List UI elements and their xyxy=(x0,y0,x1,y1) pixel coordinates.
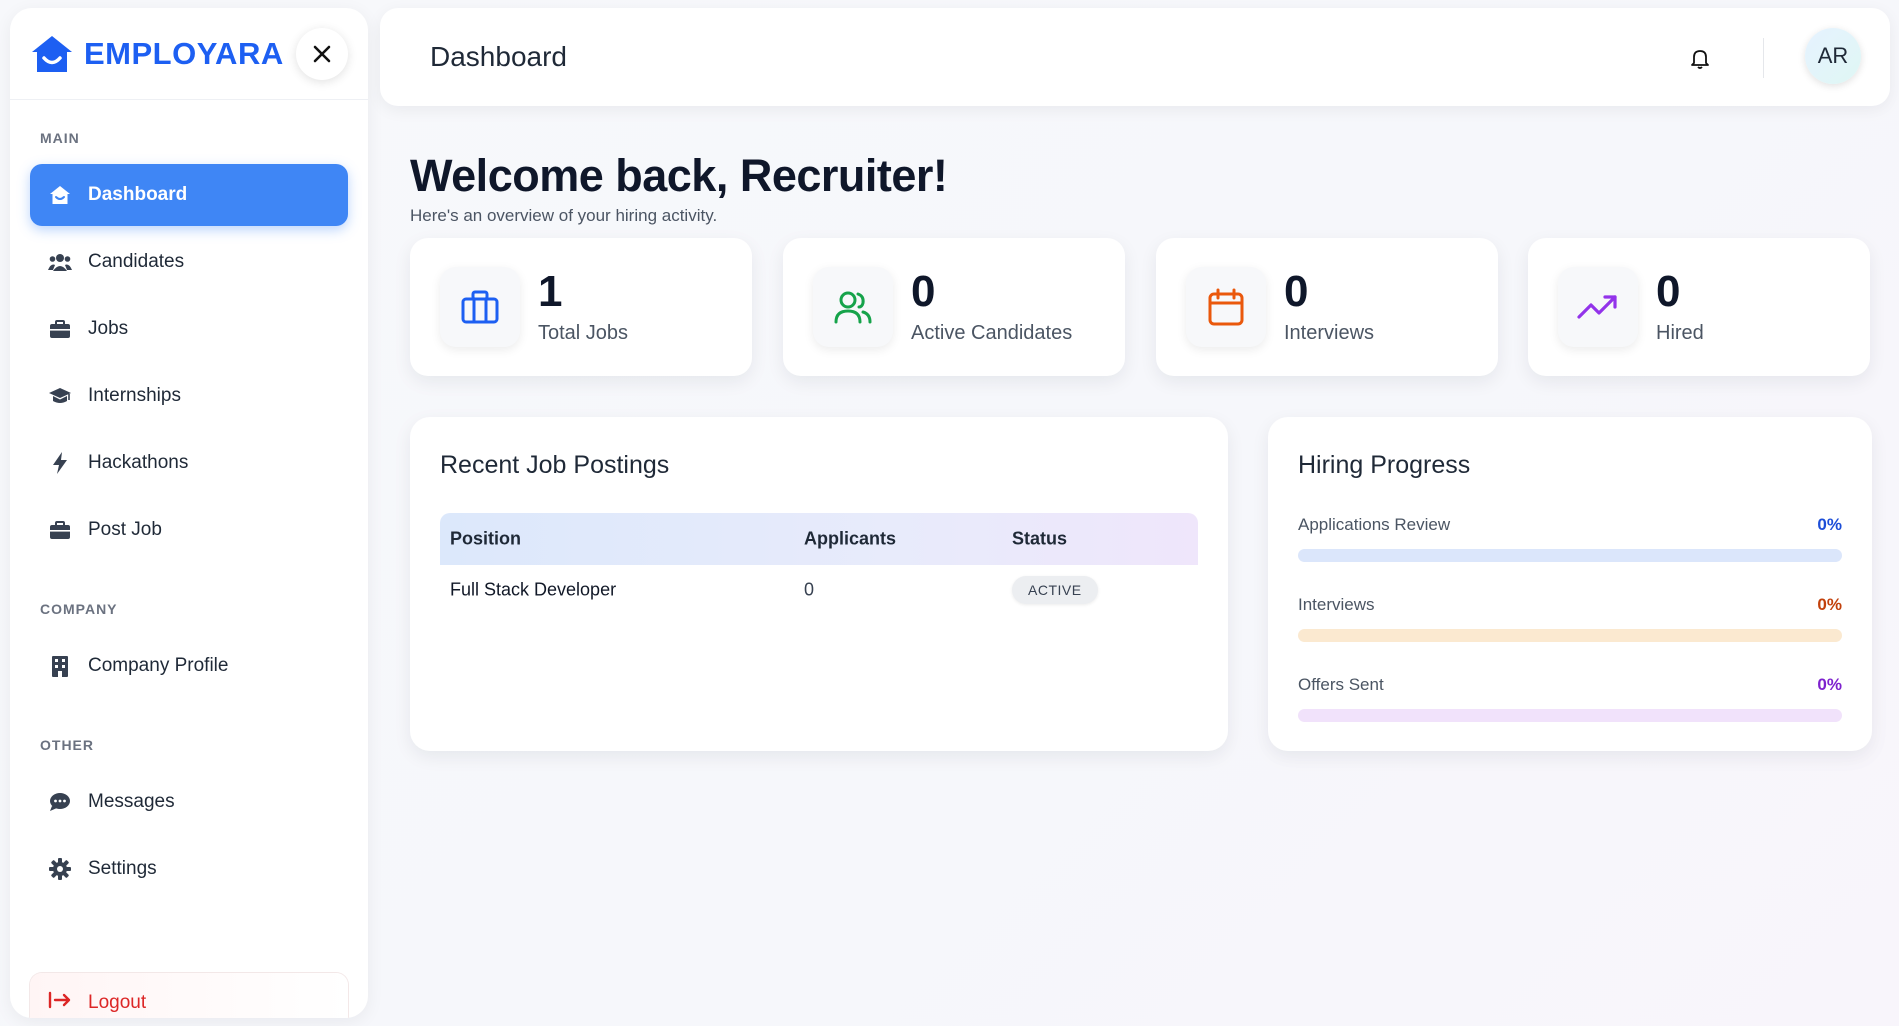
graduation-cap-icon xyxy=(48,384,72,408)
stat-card-hired: 0 Hired xyxy=(1528,238,1870,376)
avatar[interactable]: AR xyxy=(1805,28,1861,84)
top-bar: Dashboard AR xyxy=(380,8,1890,106)
stat-card-interviews: 0 Interviews xyxy=(1156,238,1498,376)
progress-percent: 0% xyxy=(1817,675,1842,694)
stat-label: Interviews xyxy=(1284,321,1375,344)
sidebar-item-label: Settings xyxy=(88,858,157,879)
progress-row-applications-review: Applications Review 0% xyxy=(1298,515,1842,562)
close-sidebar-button[interactable] xyxy=(296,27,348,80)
sidebar-item-label: Company Profile xyxy=(88,655,229,676)
hiring-progress-panel: Hiring Progress Applications Review 0% I… xyxy=(1268,417,1872,751)
close-icon xyxy=(313,45,331,62)
page-title: Dashboard xyxy=(430,41,567,72)
stat-label: Total Jobs xyxy=(538,321,629,344)
progress-row-offers-sent: Offers Sent 0% xyxy=(1298,675,1842,722)
progress-label: Applications Review xyxy=(1298,515,1451,534)
building-icon xyxy=(48,654,72,678)
progress-bar xyxy=(1298,549,1842,562)
progress-label: Offers Sent xyxy=(1298,675,1384,694)
table-header: Position Applicants Status xyxy=(440,513,1198,565)
app-root: EMPLOYARA MAIN Dashboard Candidates Jobs… xyxy=(0,0,1899,1026)
section-label-company: COMPANY xyxy=(40,601,118,617)
sidebar-item-label: Messages xyxy=(88,791,175,812)
progress-bar xyxy=(1298,709,1842,722)
chat-icon xyxy=(48,790,72,814)
welcome-title: Welcome back, Recruiter! xyxy=(410,150,948,201)
calendar-icon xyxy=(1186,267,1266,347)
sidebar-item-company-profile[interactable]: Company Profile xyxy=(30,635,348,697)
logout-label: Logout xyxy=(88,992,147,1013)
logout-icon xyxy=(48,991,72,1015)
column-header-status: Status xyxy=(1012,528,1068,549)
sidebar-item-candidates[interactable]: Candidates xyxy=(30,231,348,293)
progress-percent: 0% xyxy=(1817,595,1842,614)
briefcase-icon xyxy=(48,518,72,542)
sidebar-item-hackathons[interactable]: Hackathons xyxy=(30,432,348,494)
sidebar: EMPLOYARA MAIN Dashboard Candidates Jobs… xyxy=(10,8,368,1018)
sidebar-item-label: Dashboard xyxy=(88,184,188,205)
sidebar-item-internships[interactable]: Internships xyxy=(30,365,348,427)
sidebar-item-label: Jobs xyxy=(88,318,129,339)
stat-label: Active Candidates xyxy=(911,321,1073,344)
trending-up-icon xyxy=(1558,267,1638,347)
stat-value: 0 xyxy=(1656,266,1681,316)
welcome-subtitle: Here's an overview of your hiring activi… xyxy=(410,206,718,225)
brand-logo-icon xyxy=(30,32,74,76)
sidebar-item-dashboard[interactable]: Dashboard xyxy=(30,164,348,226)
cell-applicants: 0 xyxy=(804,579,815,600)
stat-card-active-candidates: 0 Active Candidates xyxy=(783,238,1125,376)
cell-position: Full Stack Developer xyxy=(450,579,617,600)
column-header-applicants: Applicants xyxy=(804,528,897,549)
bolt-icon xyxy=(48,451,72,475)
users-icon xyxy=(813,267,893,347)
logout-button[interactable]: Logout xyxy=(30,973,348,1018)
brand-name: EMPLOYARA xyxy=(84,35,284,71)
sidebar-item-label: Hackathons xyxy=(88,452,189,473)
users-icon xyxy=(48,250,72,274)
briefcase-icon xyxy=(440,267,520,347)
sidebar-item-messages[interactable]: Messages xyxy=(30,771,348,833)
sidebar-item-post-job[interactable]: Post Job xyxy=(30,499,348,561)
column-header-position: Position xyxy=(450,528,521,549)
home-icon xyxy=(48,183,72,207)
stat-label: Hired xyxy=(1656,321,1704,344)
briefcase-icon xyxy=(48,317,72,341)
sidebar-item-label: Candidates xyxy=(88,251,185,272)
panel-title: Recent Job Postings xyxy=(440,451,670,479)
bell-icon xyxy=(1691,50,1709,69)
section-label-other: OTHER xyxy=(40,737,94,753)
stat-card-total-jobs: 1 Total Jobs xyxy=(410,238,752,376)
panel-title: Hiring Progress xyxy=(1298,451,1471,479)
brand-header: EMPLOYARA xyxy=(10,8,368,100)
table-row[interactable]: Full Stack Developer 0 ACTIVE xyxy=(440,565,1198,615)
stat-value: 0 xyxy=(911,266,936,316)
progress-row-interviews: Interviews 0% xyxy=(1298,595,1842,642)
sidebar-item-settings[interactable]: Settings xyxy=(30,838,348,900)
notifications-button[interactable] xyxy=(1688,46,1712,70)
header-divider xyxy=(1763,38,1764,78)
stat-value: 1 xyxy=(538,266,563,316)
status-badge: ACTIVE xyxy=(1012,576,1098,604)
progress-percent: 0% xyxy=(1817,515,1842,534)
stat-value: 0 xyxy=(1284,266,1309,316)
progress-label: Interviews xyxy=(1298,595,1375,614)
welcome-section: Welcome back, Recruiter! Here's an overv… xyxy=(410,150,948,226)
sidebar-item-label: Post Job xyxy=(88,519,162,540)
progress-bar xyxy=(1298,629,1842,642)
recent-job-postings-panel: Recent Job Postings Position Applicants … xyxy=(410,417,1228,751)
gear-icon xyxy=(48,857,72,881)
section-label-main: MAIN xyxy=(40,130,80,146)
sidebar-item-label: Internships xyxy=(88,385,181,406)
sidebar-item-jobs[interactable]: Jobs xyxy=(30,298,348,360)
